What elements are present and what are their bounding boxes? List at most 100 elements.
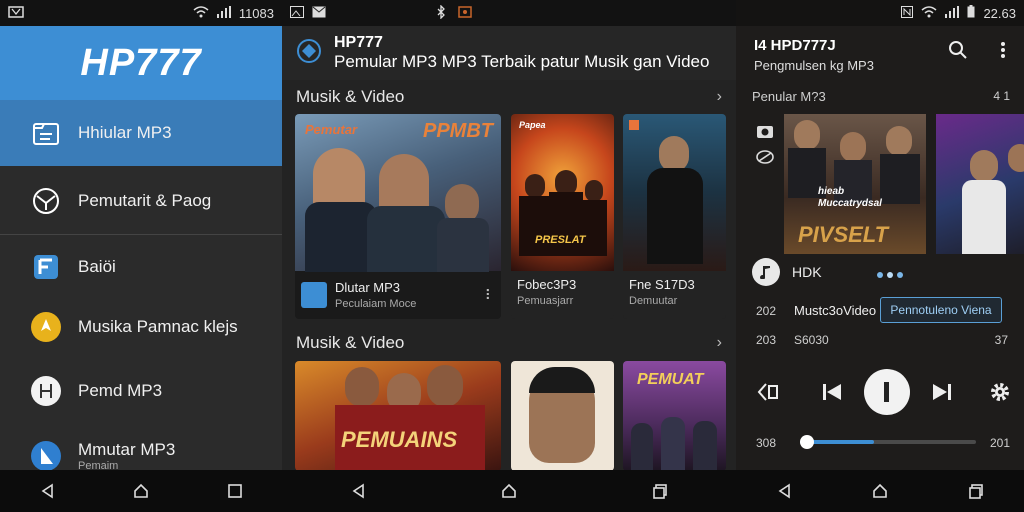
bluetooth-icon — [436, 3, 446, 22]
more-icon[interactable]: ⠇ — [485, 287, 495, 304]
album-art — [511, 361, 614, 471]
app-icon — [296, 38, 322, 69]
folder-icon — [30, 251, 62, 283]
app-title: I4 HPD777J — [754, 37, 836, 54]
status-clock: 11083 — [238, 5, 274, 21]
media-card[interactable]: Papea PRESLAT Fobec3P3 Pemuasjarr — [511, 114, 614, 319]
media-card[interactable] — [511, 361, 614, 471]
track-count: 37 — [994, 333, 1008, 347]
mail-clock-icon — [30, 185, 62, 217]
album-art: Papea PRESLAT — [511, 114, 614, 271]
pause-icon — [884, 382, 889, 402]
card-subtitle: Demuutar — [629, 295, 678, 307]
card-meta: Fne S17D3 Demuutar — [623, 271, 726, 319]
next-album-art[interactable] — [936, 114, 1024, 254]
media-card[interactable]: Fne S17D3 Demuutar — [623, 114, 726, 319]
poster-caption: Pemutar — [305, 122, 358, 137]
back-icon[interactable] — [773, 480, 795, 502]
drawer-item-baioi[interactable]: Baiöi — [0, 234, 282, 300]
card-title: Dlutar MP3 — [335, 280, 401, 295]
home-icon[interactable] — [869, 480, 891, 502]
section-title: Penular M?3 — [752, 89, 826, 104]
poster-title: PRESLAT — [535, 234, 586, 246]
drawer-item-label: Pemd MP3 — [78, 381, 163, 400]
drawer-item-label: Mmutar MP3 — [78, 440, 176, 459]
media-card[interactable]: PEMUAINS — [295, 361, 501, 471]
media-card[interactable]: Pemutar PPMBT Dlutar MP3 Peculaiam Moce … — [295, 114, 501, 319]
track-number: 202 — [756, 304, 777, 318]
page-dots-icon — [876, 266, 904, 284]
media-card[interactable]: PEMUAT — [623, 361, 726, 471]
system-nav-bar — [0, 470, 282, 512]
seek-bar[interactable] — [800, 435, 976, 449]
card-title: Fobec3P3 — [517, 277, 577, 292]
settings-icon[interactable] — [988, 380, 1012, 404]
seek-bar-thumb[interactable] — [800, 435, 814, 449]
image-icon — [290, 5, 304, 21]
battery-icon — [967, 5, 975, 21]
disc-icon[interactable] — [756, 149, 774, 170]
album-art — [623, 114, 726, 271]
library-screen: HP777 Pemular MP3 MP3 Terbaik patur Musi… — [282, 0, 736, 512]
wifi-icon — [921, 5, 937, 21]
queue-icon[interactable] — [756, 380, 780, 404]
skip-previous-icon[interactable] — [820, 380, 844, 404]
drawer-item-label: Musika Pamnac klejs — [78, 317, 238, 336]
app-title: HP777 — [334, 34, 383, 51]
play-triangle-icon — [30, 440, 62, 472]
card-meta: Dlutar MP3 Peculaiam Moce ⠇ — [295, 271, 501, 319]
section-header[interactable]: Musik & Video › — [296, 332, 722, 354]
section-title: Musik & Video — [296, 333, 405, 352]
drawer-item-label: Pemutarit & Paog — [78, 191, 212, 210]
home-icon[interactable] — [498, 480, 520, 502]
poster-caption: Papea — [519, 120, 546, 130]
app-logo: HP777 — [80, 41, 202, 84]
cast-icon — [458, 5, 472, 21]
app-subtitle: Pemular MP3 MP3 Terbaik patur Musik gan … — [334, 52, 710, 71]
artist-avatar[interactable] — [752, 258, 780, 286]
app-subtitle: Pengmulsen kg MP3 — [754, 58, 874, 73]
back-icon[interactable] — [36, 480, 58, 502]
drawer-item-musika[interactable]: Musika Pamnac klejs — [0, 294, 282, 360]
status-clock: 22.63 — [983, 5, 1016, 21]
h-circle-icon — [30, 375, 62, 407]
drawer-item-label: Baiöi — [78, 257, 116, 276]
now-playing-art: hieab Muccatrydsal PIVSELT — [784, 114, 926, 254]
app-bar: I4 HPD777J Pengmulsen kg MP3 — [736, 26, 1024, 84]
system-nav-bar — [282, 470, 736, 512]
recents-icon[interactable] — [224, 480, 246, 502]
section-count: 4 1 — [993, 89, 1010, 103]
track-duration: S6030 — [794, 333, 829, 347]
artist-label: HDK — [792, 264, 822, 280]
pause-button[interactable] — [864, 369, 910, 415]
track-title: Mustc3oVideo — [794, 303, 877, 318]
drawer-item-label: Hhiular MP3 — [78, 123, 172, 142]
section-title: Musik & Video — [296, 87, 405, 106]
card-meta: Fobec3P3 Pemuasjarr — [511, 271, 614, 319]
card-subtitle: Peculaiam Moce — [335, 298, 417, 310]
home-icon[interactable] — [130, 480, 152, 502]
section-header[interactable]: Musik & Video › — [296, 86, 722, 108]
system-nav-bar — [736, 470, 1024, 512]
recents-icon[interactable] — [965, 480, 987, 502]
poster-caption: hieab Muccatrydsal — [818, 186, 882, 209]
mail-icon — [312, 6, 326, 21]
recents-icon[interactable] — [649, 480, 671, 502]
playlist-chip[interactable]: Pennotuleno Viena — [880, 297, 1002, 323]
status-bar — [282, 0, 736, 26]
camera-icon[interactable] — [756, 123, 774, 144]
drawer-item-hhiular-mp3[interactable]: Hhiular MP3 — [0, 100, 282, 166]
drawer-item-pemd-mp3[interactable]: Pemd MP3 — [0, 358, 282, 424]
signal-icon — [945, 5, 960, 21]
document-icon — [30, 117, 62, 149]
chip-label: Pennotuleno Viena — [890, 303, 992, 317]
thumbnail — [301, 282, 327, 308]
skip-next-icon[interactable] — [930, 380, 954, 404]
notification-icon — [8, 5, 24, 21]
overflow-menu-icon[interactable] — [1000, 40, 1006, 65]
search-icon[interactable] — [948, 40, 968, 65]
back-icon[interactable] — [347, 480, 369, 502]
time-elapsed: 308 — [756, 436, 777, 450]
card-title: Fne S17D3 — [629, 277, 695, 292]
drawer-item-pemutarit[interactable]: Pemutarit & Paog — [0, 168, 282, 234]
